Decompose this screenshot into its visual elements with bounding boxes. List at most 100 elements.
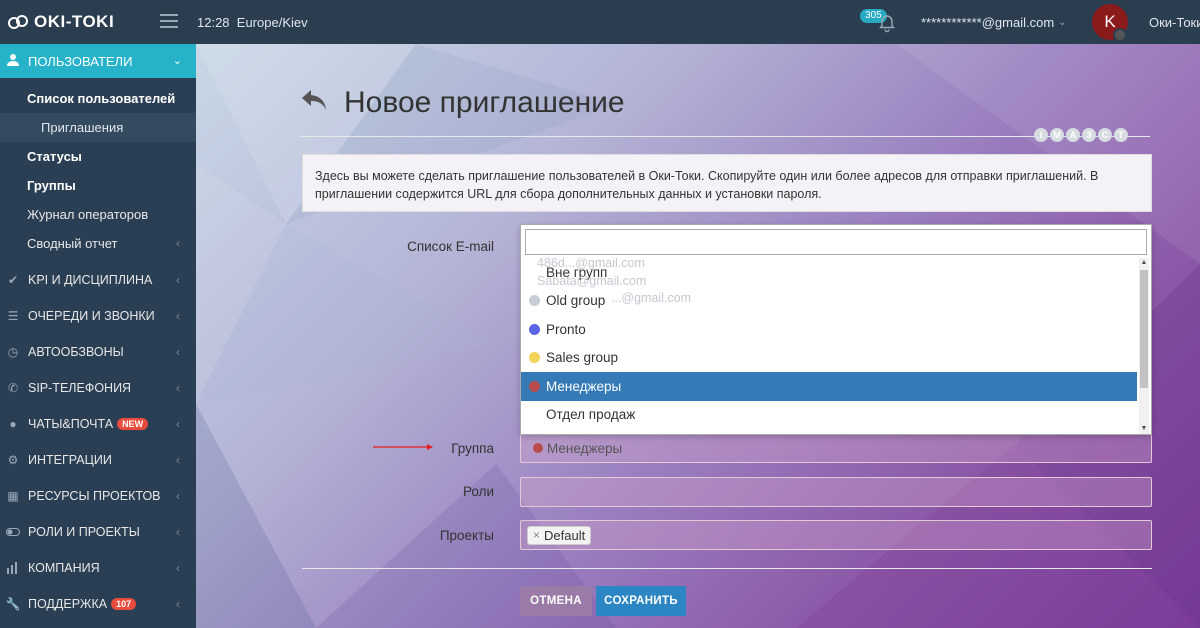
sidebar-item-statuses[interactable]: Статусы bbox=[0, 142, 196, 171]
step-badge: A bbox=[1066, 128, 1080, 142]
chevron-left-icon: ‹ bbox=[176, 236, 180, 250]
main-content: Новое приглашение I M A 3 C T Здесь вы м… bbox=[196, 44, 1200, 628]
chevron-left-icon: ‹ bbox=[176, 273, 180, 287]
logo[interactable]: OKI-TOKI bbox=[8, 12, 114, 32]
bar-chart-icon bbox=[6, 561, 20, 575]
new-badge: NEW bbox=[117, 418, 149, 430]
projects-select[interactable]: × Default bbox=[520, 520, 1152, 550]
menu-toggle-icon[interactable] bbox=[160, 14, 178, 28]
scroll-down-icon[interactable]: ▼ bbox=[1140, 425, 1148, 433]
sidebar-item-label: ИНТЕГРАЦИИ bbox=[28, 453, 112, 467]
chevron-left-icon: ‹ bbox=[176, 309, 180, 323]
users-submenu: Список пользователей Приглашения Статусы… bbox=[0, 78, 196, 258]
option-label: Sales group bbox=[546, 350, 619, 366]
list-icon: ☰ bbox=[7, 309, 19, 323]
color-dot bbox=[529, 323, 540, 335]
sidebar-item-roles[interactable]: РОЛИ И ПРОЕКТЫ ‹ bbox=[0, 514, 196, 550]
email-ghost-text: ...@gmail.com bbox=[611, 291, 692, 305]
sidebar-item-label: ЧАТЫ&ПОЧТА bbox=[28, 417, 114, 431]
step-badge: M bbox=[1050, 128, 1064, 142]
sidebar-item-sip[interactable]: ✆ SIP-ТЕЛЕФОНИЯ ‹ bbox=[0, 370, 196, 406]
top-bar: OKI-TOKI 12:28 Europe/Kiev 305 *********… bbox=[0, 0, 1200, 44]
arrow-indicator bbox=[373, 444, 433, 450]
sidebar-item-integrations[interactable]: ⚙ ИНТЕГРАЦИИ ‹ bbox=[0, 442, 196, 478]
projects-label: Проекты bbox=[439, 528, 494, 543]
sidebar-item-kpi[interactable]: ✔ KPI И ДИСЦИПЛИНА ‹ bbox=[0, 262, 196, 298]
account-email: ************@gmail.com bbox=[921, 15, 1055, 30]
dropdown-option[interactable]: Pronto bbox=[521, 315, 1137, 344]
dropdown-option[interactable]: Отдел продаж bbox=[521, 401, 1137, 430]
option-label: Pronto bbox=[546, 321, 586, 337]
color-dot bbox=[529, 380, 540, 392]
sidebar-item-chats[interactable]: ● ЧАТЫ&ПОЧТА NEW ‹ bbox=[0, 406, 196, 442]
sidebar-item-queues[interactable]: ☰ ОЧЕРЕДИ И ЗВОНКИ ‹ bbox=[0, 298, 196, 334]
remove-tag-icon[interactable]: × bbox=[533, 528, 540, 542]
step-badge: T bbox=[1114, 128, 1128, 142]
chevron-left-icon: ‹ bbox=[176, 561, 180, 575]
chevron-left-icon: ‹ bbox=[176, 381, 180, 395]
sidebar-section-label: ПОЛЬЗОВАТЕЛИ bbox=[28, 53, 133, 69]
email-list-label: Список E-mail bbox=[407, 239, 494, 254]
user-icon bbox=[6, 53, 20, 70]
chevron-down-icon: ⌄ bbox=[1058, 17, 1067, 28]
option-label: Менеджеры bbox=[546, 378, 622, 394]
save-button[interactable]: СОХРАНИТЬ bbox=[596, 586, 686, 616]
option-label: Отдел продаж bbox=[546, 407, 636, 423]
dropdown-option[interactable]: Sales group bbox=[521, 344, 1137, 373]
project-tag-label: Default bbox=[544, 527, 586, 543]
wrench-icon: 🔧 bbox=[5, 597, 21, 611]
sidebar-item-label: KPI И ДИСЦИПЛИНА bbox=[28, 273, 153, 287]
scroll-thumb[interactable] bbox=[1140, 270, 1148, 388]
sidebar-section-users[interactable]: ПОЛЬЗОВАТЕЛИ ⌄ bbox=[0, 44, 196, 78]
company-name[interactable]: Оки-Токи bbox=[1149, 15, 1200, 30]
sidebar-item-summary-report[interactable]: Сводный отчет ‹ bbox=[0, 229, 196, 258]
group-select[interactable]: Менеджеры bbox=[520, 433, 1152, 463]
color-dot bbox=[529, 352, 540, 364]
logo-text: OKI-TOKI bbox=[34, 12, 115, 31]
sidebar-item-users-list[interactable]: Список пользователей bbox=[0, 84, 196, 113]
account-menu[interactable]: ************@gmail.com ⌄ bbox=[921, 15, 1067, 30]
toggle-icon bbox=[6, 525, 20, 539]
dropdown-search-input[interactable] bbox=[525, 229, 1147, 255]
sidebar-item-company[interactable]: КОМПАНИЯ ‹ bbox=[0, 550, 196, 586]
chevron-left-icon: ‹ bbox=[176, 453, 180, 467]
back-arrow-icon[interactable] bbox=[300, 86, 328, 120]
page-title-text: Новое приглашение bbox=[344, 86, 625, 119]
bell-icon[interactable] bbox=[876, 12, 898, 34]
dropdown-options: 486d...@gmail.com Sabata@gmail.com ...@g… bbox=[521, 258, 1137, 434]
dropdown-scrollbar[interactable]: ▲ ▼ bbox=[1139, 258, 1149, 434]
sidebar-item-label: SIP-ТЕЛЕФОНИЯ bbox=[28, 381, 132, 395]
sidebar-item-invitations[interactable]: Приглашения bbox=[0, 113, 196, 142]
sidebar: ПОЛЬЗОВАТЕЛИ ⌄ Список пользователей Приг… bbox=[0, 44, 196, 628]
page-title: Новое приглашение bbox=[300, 86, 625, 120]
group-dropdown: 486d...@gmail.com Sabata@gmail.com ...@g… bbox=[520, 224, 1152, 435]
cancel-button[interactable]: ОТМЕНА bbox=[520, 586, 592, 616]
clock: 12:28 Europe/Kiev bbox=[197, 15, 308, 30]
sidebar-item-label: РОЛИ И ПРОЕКТЫ bbox=[28, 525, 140, 539]
sidebar-item-autodial[interactable]: ◷ АВТООБЗВОНЫ ‹ bbox=[0, 334, 196, 370]
chevron-left-icon: ‹ bbox=[176, 597, 180, 611]
roles-label: Роли bbox=[462, 484, 494, 499]
sidebar-item-support[interactable]: 🔧 ПОДДЕРЖКА 107 ‹ bbox=[0, 586, 196, 622]
sidebar-item-label: РЕСУРСЫ ПРОЕКТОВ bbox=[28, 489, 161, 503]
clock-timezone: Europe/Kiev bbox=[236, 15, 308, 30]
sidebar-item-groups[interactable]: Группы bbox=[0, 171, 196, 200]
sidebar-item-resources[interactable]: ▦ РЕСУРСЫ ПРОЕКТОВ ‹ bbox=[0, 478, 196, 514]
clock-time: 12:28 bbox=[197, 15, 230, 30]
info-box: Здесь вы можете сделать приглашение поль… bbox=[302, 154, 1152, 212]
check-icon: ✔ bbox=[7, 273, 19, 287]
project-tag: × Default bbox=[527, 525, 592, 545]
roles-select[interactable] bbox=[520, 477, 1152, 507]
sidebar-item-label: АВТООБЗВОНЫ bbox=[28, 345, 124, 359]
step-badge: 3 bbox=[1082, 128, 1096, 142]
sidebar-item-operators-log[interactable]: Журнал операторов bbox=[0, 200, 196, 229]
sidebar-item-label: Сводный отчет bbox=[27, 236, 118, 251]
chevron-left-icon: ‹ bbox=[176, 417, 180, 431]
dropdown-option-selected[interactable]: Менеджеры bbox=[521, 372, 1137, 401]
grid-icon: ▦ bbox=[7, 489, 19, 503]
logo-icon bbox=[8, 14, 28, 30]
color-dot bbox=[529, 409, 540, 421]
scroll-up-icon[interactable]: ▲ bbox=[1140, 259, 1148, 267]
email-ghost-text: 486d...@gmail.com bbox=[537, 258, 645, 270]
gears-icon: ⚙ bbox=[7, 453, 19, 467]
